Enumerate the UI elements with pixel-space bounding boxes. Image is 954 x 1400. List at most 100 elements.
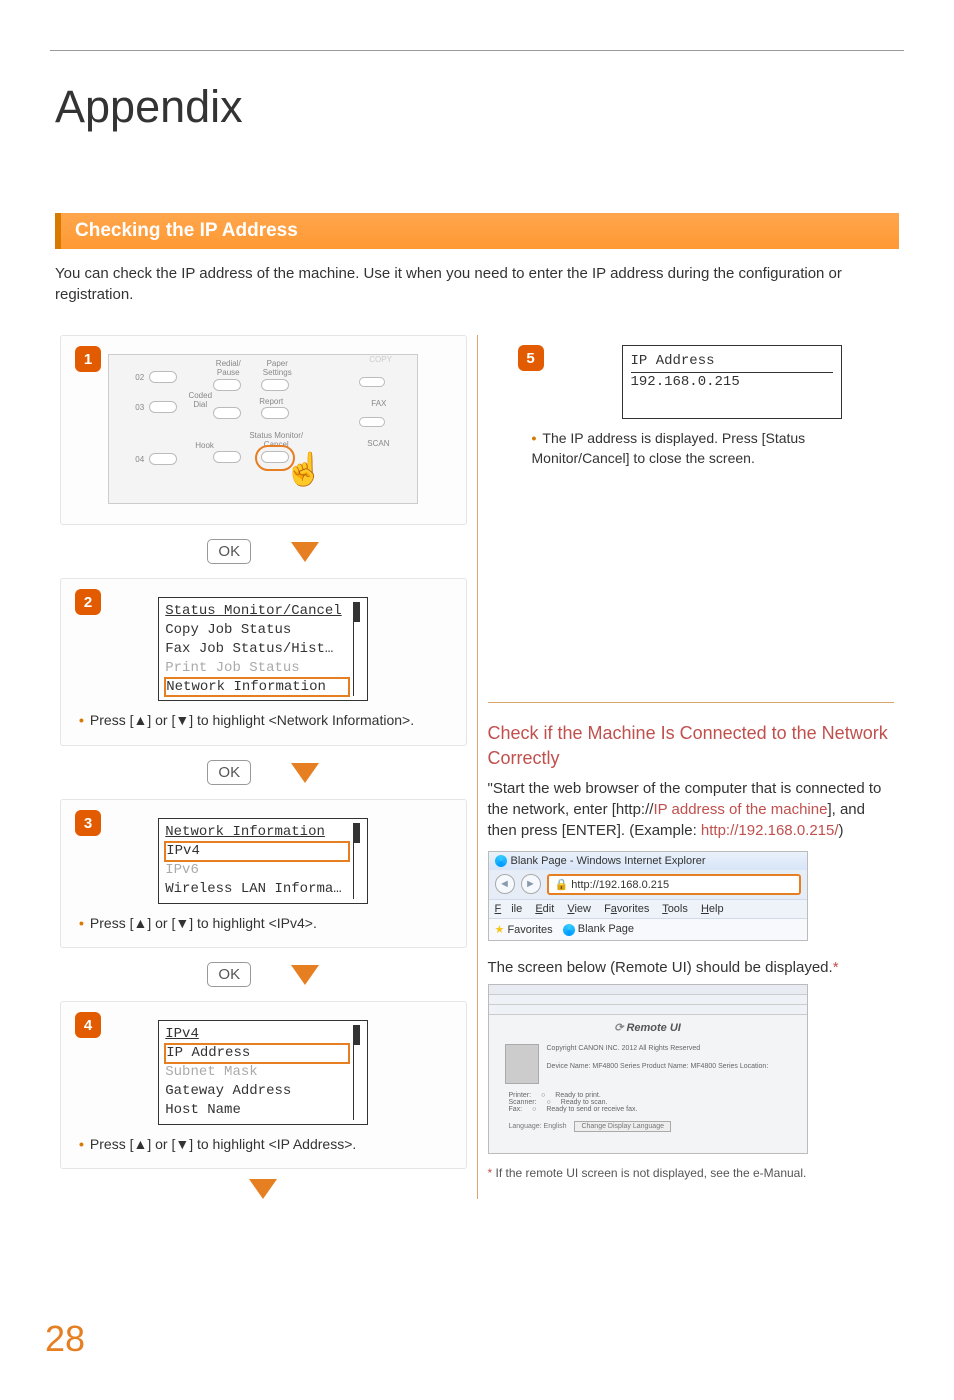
ok-arrow-row: OK [60, 760, 467, 785]
ok-key: OK [207, 539, 251, 564]
body-seg: ) [839, 822, 844, 839]
ie-icon [495, 855, 507, 867]
bullet-icon: • [79, 712, 84, 728]
panel-label-scan: SCAN [367, 439, 389, 448]
panel-label-paper: Paper Settings [257, 359, 297, 377]
lcd-line: Copy Job Status [165, 622, 291, 638]
caption-text: The screen below (Remote UI) should be d… [488, 959, 833, 976]
step-4-note-text: Press [▲] or [▼] to highlight <IP Addres… [90, 1136, 356, 1152]
forward-icon: ► [521, 874, 541, 894]
control-panel-illustration: 02 03 04 Redial/ Pause Paper Settings Co… [108, 354, 418, 504]
lcd-screen-5: IP Address 192.168.0.215 [622, 345, 842, 419]
lcd-highlighted: Network Information [165, 678, 349, 697]
down-arrow-icon [249, 1179, 277, 1199]
lcd-scrollbar [353, 823, 361, 899]
lcd-title: IP Address [631, 352, 833, 373]
left-column: 1 02 03 04 Redial/ Pause Paper Settings … [50, 325, 477, 1199]
menu-favorites: Favorites [604, 903, 649, 915]
status-value: Ready to print. [555, 1092, 601, 1099]
lcd-screen-3: Network Information IPv4 IPv6 Wireless L… [158, 818, 368, 904]
lcd-line: IPv6 [165, 862, 199, 878]
panel-key-02: 02 [135, 373, 144, 382]
lcd-line: Subnet Mask [165, 1064, 257, 1080]
lcd-line: Gateway Address [165, 1083, 291, 1099]
subsection-divider [488, 702, 895, 703]
menu-tools: Tools [662, 903, 688, 915]
favorites-label: ★ Favorites [495, 923, 553, 936]
down-arrow-icon [291, 965, 319, 985]
menu-view: View [567, 903, 591, 915]
lcd-line: Host Name [165, 1102, 241, 1118]
ok-key: OK [207, 760, 251, 785]
status-value: Ready to send or receive fax. [546, 1106, 637, 1113]
panel-pill [149, 371, 177, 383]
panel-pill [359, 377, 385, 387]
url-text: http://192.168.0.215 [571, 879, 669, 891]
device-lines: Device Name: MF4800 Series Product Name:… [547, 1062, 769, 1071]
status-value: Ready to scan. [561, 1099, 608, 1106]
star-icon: ★ [495, 924, 505, 936]
step-5-note-text: The IP address is displayed. Press [Stat… [532, 430, 806, 466]
device-text: Copyright CANON INC. 2012 All Rights Res… [547, 1044, 769, 1084]
subsection-heading: Check if the Machine Is Connected to the… [488, 721, 895, 770]
ok-arrow-row: OK [60, 962, 467, 987]
lcd-title: Network Information [165, 824, 325, 840]
lcd-title: Status Monitor/Cancel [165, 603, 341, 619]
lcd-scrollbar [353, 1025, 361, 1119]
remote-ui-screenshot: Remote UI Copyright CANON INC. 2012 All … [488, 984, 808, 1154]
ie-icon [563, 924, 575, 936]
step-3-note-text: Press [▲] or [▼] to highlight <IPv4>. [90, 915, 317, 931]
lang-label: Language: [509, 1123, 542, 1130]
step-3-note: • Press [▲] or [▼] to highlight <IPv4>. [75, 914, 452, 934]
favorites-text: Favorites [507, 924, 552, 936]
panel-label-hook: Hook [195, 441, 214, 450]
browser-nav-row: ◄ ► 🔒 http://192.168.0.215 [489, 870, 807, 899]
down-arrow-icon [291, 542, 319, 562]
step-2-note-text: Press [▲] or [▼] to highlight <Network I… [90, 712, 414, 728]
step-1-badge: 1 [75, 346, 101, 372]
panel-pill [213, 379, 241, 391]
section-heading-text: Checking the IP Address [75, 220, 298, 241]
subsection-body: "Start the web browser of the computer t… [488, 778, 895, 841]
lcd-ip-value: 192.168.0.215 [631, 374, 740, 390]
footnote: * If the remote UI screen is not display… [488, 1166, 895, 1180]
panel-pill [149, 401, 177, 413]
panel-key-03: 03 [135, 403, 144, 412]
panel-label-copy: COPY [369, 355, 392, 364]
browser-url-field: 🔒 http://192.168.0.215 [547, 874, 801, 895]
step-4-card: 4 IPv4 IP Address Subnet Mask Gateway Ad… [60, 1001, 467, 1169]
top-rule [50, 50, 904, 51]
panel-pill [261, 407, 289, 419]
pointing-hand-icon [284, 450, 314, 490]
status-rows: Printer:○ Ready to print. Scanner:○ Read… [489, 1088, 807, 1117]
panel-pill [149, 453, 177, 465]
remote-ui-header: Remote UI [489, 1015, 807, 1040]
page-title: Appendix [55, 81, 954, 133]
asterisk: * [833, 959, 839, 976]
two-column-layout: 1 02 03 04 Redial/ Pause Paper Settings … [50, 325, 904, 1199]
body-red: http://192.168.0.215/ [701, 822, 839, 839]
step-4-badge: 4 [75, 1012, 101, 1038]
panel-pill [213, 451, 241, 463]
lcd-line: Wireless LAN Informa… [165, 881, 341, 897]
browser-mock: Blank Page - Windows Internet Explorer ◄… [488, 851, 808, 941]
bullet-icon: • [532, 430, 537, 446]
status-label: Fax: [509, 1106, 523, 1113]
bullet-icon: • [79, 915, 84, 931]
footnote-text: If the remote UI screen is not displayed… [496, 1166, 807, 1180]
panel-pill [213, 407, 241, 419]
step-3-badge: 3 [75, 810, 101, 836]
section-heading-bar: Checking the IP Address [55, 213, 899, 249]
lcd-highlighted: IPv4 [165, 842, 349, 861]
panel-key-04: 04 [135, 455, 144, 464]
down-arrow-icon [291, 763, 319, 783]
body-red: IP address of the machine [653, 801, 827, 818]
panel-pill [261, 379, 289, 391]
panel-label-fax: FAX [371, 399, 386, 408]
panel-pill [359, 417, 385, 427]
copyright-text: Copyright CANON INC. 2012 All Rights Res… [547, 1044, 769, 1053]
lcd-highlighted: IP Address [165, 1044, 349, 1063]
lcd-line: Fax Job Status/Hist… [165, 641, 333, 657]
blank-page-tab: Blank Page [563, 923, 634, 935]
lcd-screen-4: IPv4 IP Address Subnet Mask Gateway Addr… [158, 1020, 368, 1124]
